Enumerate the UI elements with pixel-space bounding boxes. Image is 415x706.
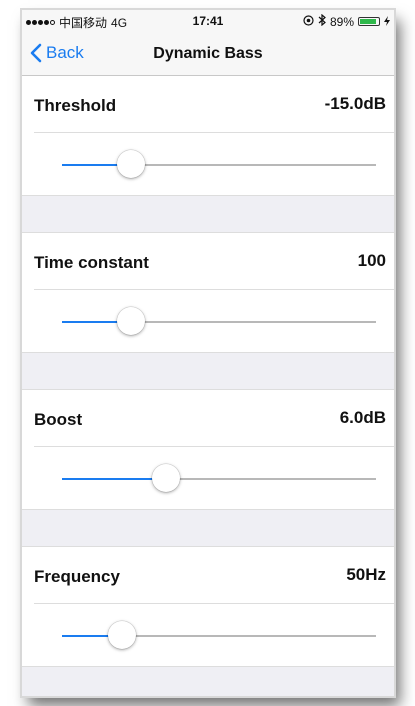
setting-row: Time constant 100 xyxy=(34,233,394,290)
status-bar-right: 89% xyxy=(303,13,390,29)
section-divider xyxy=(22,352,394,390)
setting-value: 100 xyxy=(357,251,386,270)
setting-label: Time constant xyxy=(34,253,149,272)
navigation-bar: Back Dynamic Bass xyxy=(22,32,394,76)
battery-percent: 89% xyxy=(329,14,354,29)
setting-boost: Boost 6.0dB xyxy=(22,390,394,509)
setting-value: -15.0dB xyxy=(324,94,386,113)
setting-time-constant: Time constant 100 xyxy=(22,233,394,352)
setting-frequency: Frequency 50Hz xyxy=(22,547,394,666)
frequency-slider[interactable] xyxy=(22,604,394,666)
bluetooth-icon xyxy=(318,13,326,29)
settings-list: Threshold -15.0dB Time constant 100 Boos… xyxy=(22,76,394,696)
status-bar: 中国移动 4G 17:41 89% xyxy=(22,10,394,32)
slider-track[interactable] xyxy=(62,150,376,178)
phone-screen: 中国移动 4G 17:41 89% Back Dynamic Bass Thre… xyxy=(22,10,394,696)
slider-thumb[interactable] xyxy=(117,307,146,335)
setting-label: Frequency xyxy=(34,567,120,586)
battery-icon xyxy=(358,17,380,26)
charging-icon xyxy=(384,15,390,29)
setting-value: 50Hz xyxy=(346,565,386,584)
section-divider xyxy=(22,509,394,547)
setting-label: Boost xyxy=(34,410,83,429)
setting-row: Frequency 50Hz xyxy=(34,547,394,604)
slider-fill xyxy=(62,478,166,480)
slider-track[interactable] xyxy=(62,621,376,649)
setting-threshold: Threshold -15.0dB xyxy=(22,76,394,195)
slider-thumb[interactable] xyxy=(117,150,146,178)
location-icon xyxy=(303,14,314,29)
section-divider xyxy=(22,195,394,233)
slider-track[interactable] xyxy=(62,307,376,335)
section-divider xyxy=(22,666,394,696)
setting-value: 6.0dB xyxy=(339,408,386,427)
slider-thumb[interactable] xyxy=(107,621,136,649)
slider-thumb[interactable] xyxy=(151,464,180,492)
setting-label: Threshold xyxy=(34,96,117,115)
page-title: Dynamic Bass xyxy=(153,45,263,62)
threshold-slider[interactable] xyxy=(22,133,394,195)
boost-slider[interactable] xyxy=(22,447,394,509)
time-constant-slider[interactable] xyxy=(22,290,394,352)
setting-row: Threshold -15.0dB xyxy=(34,76,394,133)
setting-row: Boost 6.0dB xyxy=(34,390,394,447)
slider-track[interactable] xyxy=(62,464,376,492)
